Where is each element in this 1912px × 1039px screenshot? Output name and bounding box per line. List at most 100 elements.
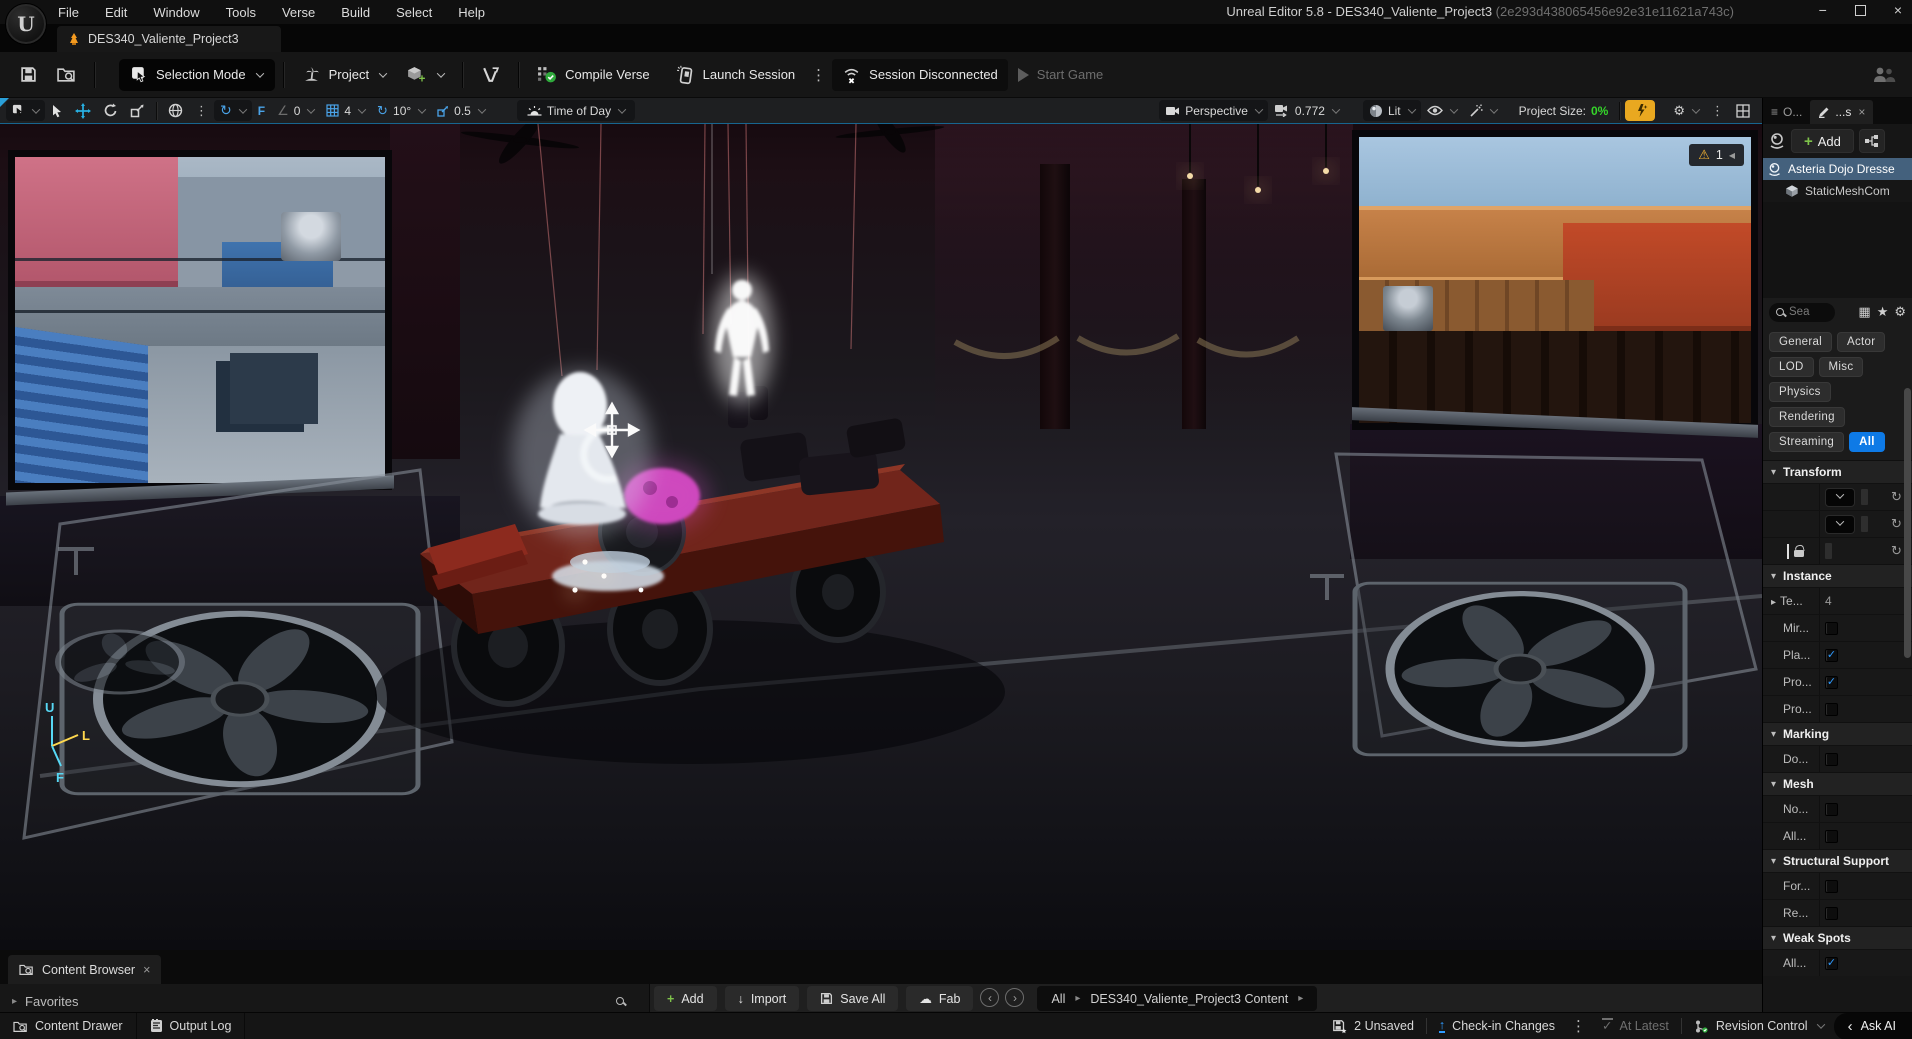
checkbox-checked[interactable]: ✓	[1825, 675, 1838, 689]
add-component-button[interactable]: + Add	[1791, 129, 1854, 153]
filter-general[interactable]: General	[1769, 332, 1833, 352]
checkbox-unchecked[interactable]	[1825, 879, 1838, 893]
close-button[interactable]: ×	[1894, 2, 1902, 18]
search-input[interactable]	[1789, 306, 1829, 318]
compile-verse-button[interactable]: Compile Verse	[527, 58, 660, 92]
launch-session-button[interactable]: Launch Session	[666, 58, 806, 92]
show-flags-dropdown[interactable]	[1463, 100, 1503, 121]
filter-streaming[interactable]: Streaming	[1769, 432, 1845, 452]
expand-icon[interactable]: ▸	[12, 996, 17, 1007]
visibility-dropdown[interactable]	[1421, 100, 1463, 121]
menu-file[interactable]: File	[58, 5, 79, 20]
menu-window[interactable]: Window	[153, 5, 199, 20]
content-drawer-button[interactable]: Content Drawer	[0, 1012, 137, 1039]
grid-snap-dropdown[interactable]: 4	[320, 100, 371, 121]
cb-save-all-button[interactable]: Save All	[807, 986, 899, 1011]
rotation-snap-dropdown[interactable]: ↺ 10°	[371, 100, 431, 121]
section-marking[interactable]: ▾ Marking	[1763, 722, 1912, 745]
camera-speed-dropdown[interactable]: 0.772	[1268, 100, 1345, 121]
filter-actor[interactable]: Actor	[1837, 332, 1886, 352]
verse-button[interactable]	[471, 58, 510, 92]
checkin-changes-button[interactable]: ↑ Check-in Changes	[1429, 1019, 1565, 1034]
breadcrumb-path[interactable]: DES340_Valiente_Project3 Content	[1090, 992, 1288, 1006]
section-weak-spots[interactable]: ▾ Weak Spots	[1763, 926, 1912, 949]
unlock-icon[interactable]	[1794, 545, 1805, 557]
component-hierarchy-button[interactable]	[1858, 129, 1885, 153]
outliner-row-actor[interactable]: Asteria Dojo Dresse	[1763, 158, 1912, 180]
checkbox-unchecked[interactable]	[1825, 906, 1838, 920]
location-dropdown[interactable]	[1825, 487, 1855, 507]
launch-options-kebab[interactable]: ⋮	[805, 66, 832, 84]
ask-ai-button[interactable]: ‹ Ask AI	[1833, 1012, 1912, 1039]
section-instance[interactable]: ▾ Instance	[1763, 564, 1912, 587]
viewport-warning-badge[interactable]: ⚠ 1 ◀	[1689, 144, 1744, 166]
cb-breadcrumb[interactable]: All ▸ DES340_Valiente_Project3 Content ▸	[1037, 986, 1318, 1011]
browse-content-button[interactable]	[47, 58, 86, 92]
perspective-dropdown[interactable]: Perspective	[1159, 100, 1268, 121]
menu-build[interactable]: Build	[341, 5, 370, 20]
cb-import-button[interactable]: ↓ Import	[724, 986, 800, 1011]
cb-forward-button[interactable]: ›	[1005, 988, 1025, 1007]
reset-icon[interactable]: ↺	[1891, 516, 1902, 532]
breadcrumb-all[interactable]: All	[1051, 992, 1065, 1006]
content-browser-tab[interactable]: Content Browser ×	[8, 955, 162, 984]
quick-add-dropdown[interactable]: +	[396, 58, 454, 92]
start-game-button[interactable]: Start Game	[1008, 58, 1113, 92]
menu-help[interactable]: Help	[458, 5, 485, 20]
filter-lod[interactable]: LOD	[1769, 357, 1814, 377]
tab-details[interactable]: ...s ×	[1810, 100, 1874, 124]
revision-control-dropdown[interactable]: Revision Control	[1684, 1019, 1834, 1034]
menu-verse[interactable]: Verse	[282, 5, 315, 20]
display-options-icon[interactable]: ▦	[1858, 304, 1870, 320]
rotate-tool[interactable]	[97, 100, 124, 121]
checkbox-checked[interactable]: ✓	[1825, 956, 1838, 970]
search-icon[interactable]	[616, 996, 625, 1006]
section-structural-support[interactable]: ▾ Structural Support	[1763, 849, 1912, 872]
checkin-kebab[interactable]: ⋮	[1565, 1017, 1592, 1035]
checkbox-unchecked[interactable]	[1825, 802, 1838, 816]
view-mode-dropdown[interactable]: Lit	[1362, 100, 1421, 121]
filter-misc[interactable]: Misc	[1818, 357, 1864, 377]
expand-icon[interactable]: ▸	[1771, 597, 1776, 608]
minimize-button[interactable]: −	[1819, 2, 1827, 18]
unsaved-indicator[interactable]: 2 Unsaved	[1322, 1019, 1424, 1034]
project-asset-tab[interactable]: DES340_Valiente_Project3	[57, 26, 281, 52]
viewport-settings-dropdown[interactable]: ⚙	[1667, 100, 1705, 121]
multi-user-icon[interactable]	[1872, 66, 1898, 84]
details-search[interactable]	[1769, 302, 1835, 322]
angle-snap-dropdown[interactable]: ∠ 0	[271, 100, 320, 121]
close-tab-icon[interactable]: ×	[143, 963, 150, 977]
checkbox-unchecked[interactable]	[1825, 621, 1838, 635]
output-log-button[interactable]: Output Log	[137, 1012, 246, 1039]
scale-snap-dropdown[interactable]: 0.5	[431, 100, 491, 121]
save-button[interactable]	[10, 58, 47, 92]
value-bar[interactable]	[1825, 543, 1832, 559]
outliner-row-component[interactable]: StaticMeshCom	[1763, 180, 1912, 202]
checkbox-unchecked[interactable]	[1825, 829, 1838, 843]
reset-icon[interactable]: ↺	[1891, 543, 1902, 559]
favorites-star-icon[interactable]: ★	[1877, 304, 1889, 320]
live-edit-button[interactable]	[1625, 100, 1656, 121]
maximize-button[interactable]	[1854, 4, 1866, 16]
selection-mode-dropdown[interactable]: Selection Mode	[119, 58, 275, 91]
close-tab-icon[interactable]: ×	[1858, 105, 1865, 119]
cb-add-button[interactable]: + Add	[654, 986, 717, 1011]
filter-rendering[interactable]: Rendering	[1769, 407, 1845, 427]
section-transform[interactable]: ▾ Transform	[1763, 460, 1912, 483]
tab-outliner[interactable]: ≡ O...	[1763, 100, 1810, 124]
details-settings-icon[interactable]: ⚙	[1894, 304, 1906, 320]
editor-mode-cursor-dropdown[interactable]	[6, 100, 45, 121]
menu-edit[interactable]: Edit	[105, 5, 127, 20]
world-coordinate-toggle[interactable]	[162, 100, 189, 121]
select-tool[interactable]	[45, 100, 69, 121]
transform-options-kebab[interactable]: ⋮	[189, 103, 214, 119]
reset-icon[interactable]: ↺	[1891, 489, 1902, 505]
filter-physics[interactable]: Physics	[1769, 382, 1831, 402]
viewport-kebab[interactable]: ⋮	[1705, 103, 1730, 119]
viewport-3d-scene[interactable]: U L F ⚠ 1 ◀	[0, 124, 1762, 950]
unreal-logo-icon[interactable]: U	[5, 3, 47, 45]
viewport-layout-button[interactable]	[1730, 100, 1756, 121]
snap-rotate-dropdown[interactable]: ↺	[214, 100, 252, 121]
value-bar[interactable]	[1861, 489, 1868, 505]
surface-snap-toggle[interactable]: F	[252, 100, 271, 121]
